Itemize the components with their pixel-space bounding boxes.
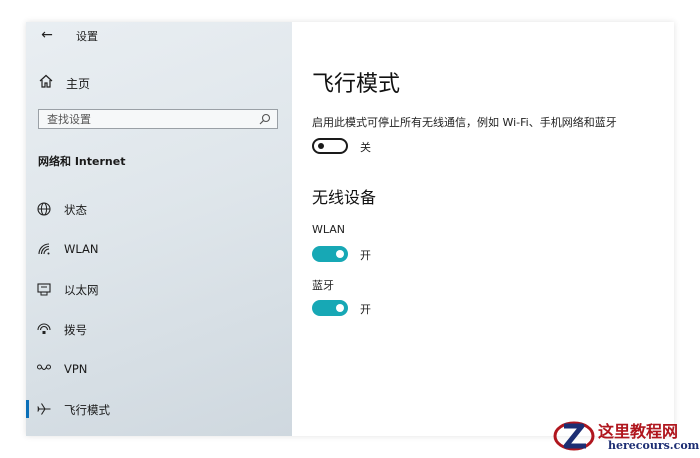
bluetooth-label: 蓝牙 xyxy=(312,279,334,292)
sidebar-item-label: 以太网 xyxy=(64,283,99,297)
back-button[interactable]: ← xyxy=(38,26,56,44)
bluetooth-toggle[interactable] xyxy=(312,300,348,316)
sidebar: ← 设置 主页 网络和 Internet 状态 xyxy=(26,22,292,436)
toggle-knob xyxy=(336,304,344,312)
sidebar-item-label: 飞行模式 xyxy=(64,403,110,417)
sidebar-item-vpn[interactable]: VPN xyxy=(26,354,292,384)
home-icon xyxy=(39,74,53,88)
sidebar-item-airplane-mode[interactable]: 飞行模式 xyxy=(26,394,292,424)
search-input[interactable] xyxy=(39,110,265,128)
wireless-devices-heading: 无线设备 xyxy=(312,188,377,207)
main-content: 飞行模式 启用此模式可停止所有无线通信，例如 Wi-Fi、手机网络和蓝牙 关 无… xyxy=(292,22,674,436)
settings-window: ← 设置 主页 网络和 Internet 状态 xyxy=(26,22,674,436)
globe-icon xyxy=(37,202,51,216)
sidebar-item-label: VPN xyxy=(64,362,88,376)
watermark-url: herecours.com xyxy=(608,439,700,452)
wlan-toggle[interactable] xyxy=(312,246,348,262)
sidebar-item-label: 主页 xyxy=(66,77,91,91)
airplane-mode-toggle[interactable] xyxy=(312,138,348,154)
active-indicator xyxy=(26,400,29,418)
dialup-icon xyxy=(37,323,51,334)
sidebar-item-status[interactable]: 状态 xyxy=(26,194,292,224)
watermark: 这里教程网 herecours.com xyxy=(552,414,700,456)
sidebar-item-wlan[interactable]: WLAN xyxy=(26,234,292,264)
arrow-left-icon: ← xyxy=(41,27,53,43)
vpn-icon xyxy=(37,364,51,370)
toggle-state-label: 开 xyxy=(360,303,371,316)
airplane-icon xyxy=(37,403,51,415)
sidebar-item-dialup[interactable]: 拨号 xyxy=(26,314,292,344)
sidebar-item-home[interactable]: 主页 xyxy=(26,70,292,94)
airplane-mode-description: 启用此模式可停止所有无线通信，例如 Wi-Fi、手机网络和蓝牙 xyxy=(312,116,617,129)
title-bar: ← 设置 xyxy=(26,22,292,46)
ethernet-icon xyxy=(37,283,51,296)
watermark-logo-icon xyxy=(553,421,595,451)
app-title: 设置 xyxy=(76,30,98,43)
sidebar-item-label: 拨号 xyxy=(64,323,87,337)
page-title: 飞行模式 xyxy=(312,72,401,97)
wifi-icon xyxy=(38,243,50,255)
toggle-state-label: 关 xyxy=(360,141,371,154)
sidebar-item-label: WLAN xyxy=(64,242,99,256)
wlan-label: WLAN xyxy=(312,223,346,236)
toggle-state-label: 开 xyxy=(360,249,371,262)
sidebar-item-label: 状态 xyxy=(64,203,87,217)
sidebar-item-ethernet[interactable]: 以太网 xyxy=(26,274,292,304)
toggle-knob xyxy=(336,250,344,258)
search-box[interactable] xyxy=(38,109,278,129)
toggle-knob xyxy=(318,143,324,149)
section-title: 网络和 Internet xyxy=(38,155,126,168)
search-icon[interactable] xyxy=(259,113,271,125)
